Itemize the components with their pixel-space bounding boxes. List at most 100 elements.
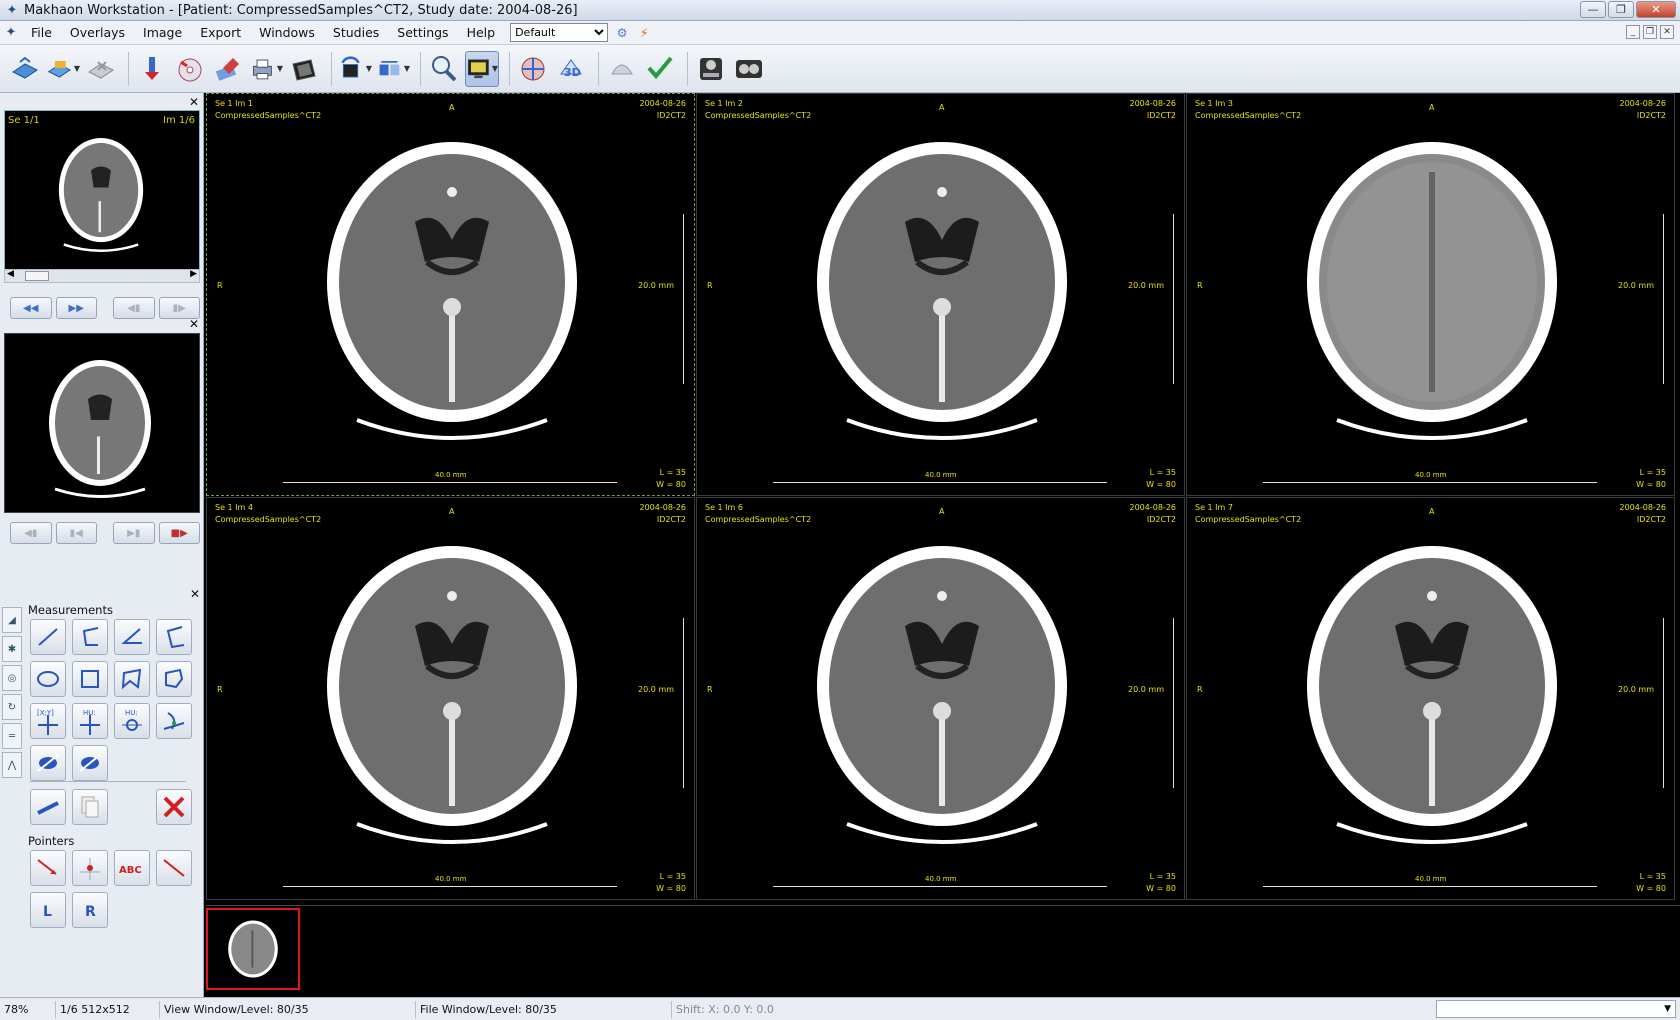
cd-burn-button[interactable] bbox=[173, 51, 207, 87]
scrollbar-thumb[interactable] bbox=[25, 271, 49, 281]
polygon-tool-button[interactable] bbox=[114, 661, 150, 697]
lightning-icon[interactable]: ⚡ bbox=[636, 25, 652, 41]
mdi-restore-button[interactable]: ❐ bbox=[1643, 25, 1657, 39]
menu-file[interactable]: File bbox=[22, 25, 61, 40]
left-marker-button[interactable]: L bbox=[30, 892, 66, 928]
xy-point-tool-button[interactable]: [X;Y] bbox=[30, 703, 66, 739]
tab-pointer-icon[interactable]: ✱ bbox=[2, 636, 22, 662]
layout-select[interactable]: Default bbox=[510, 23, 609, 42]
print-button[interactable]: ▼ bbox=[249, 51, 283, 87]
ellipse-tool-button[interactable] bbox=[30, 661, 66, 697]
tab-rotate-icon[interactable]: ↻ bbox=[2, 694, 22, 720]
window-level-button[interactable]: ▼ bbox=[465, 50, 499, 87]
viewport[interactable]: Se 1 Im 7 CompressedSamples^CT2 2004-08-26… bbox=[1186, 497, 1675, 900]
prev-series-button[interactable]: ◀▮ bbox=[113, 297, 155, 319]
flip-icon bbox=[379, 60, 400, 75]
hu-region-tool-button[interactable]: HU: bbox=[114, 703, 150, 739]
first-image-button[interactable]: ◀◀ bbox=[10, 297, 52, 319]
freehand-tool-button[interactable] bbox=[156, 661, 192, 697]
tools-divider bbox=[30, 781, 186, 782]
mdi-close-button[interactable]: ✕ bbox=[1660, 25, 1674, 39]
tools-panel-close-button[interactable]: ✕ bbox=[190, 587, 200, 601]
line-pointer-button[interactable] bbox=[156, 850, 192, 886]
approve-button[interactable] bbox=[643, 51, 677, 87]
viewport[interactable]: Se 1 Im 6 CompressedSamples^CT2 2004-08-26… bbox=[696, 497, 1185, 900]
send-button[interactable] bbox=[211, 51, 245, 87]
mdi-minimize-button[interactable]: _ bbox=[1626, 25, 1640, 39]
minimize-button[interactable]: — bbox=[1580, 1, 1606, 18]
viewport[interactable]: Se 1 Im 1 CompressedSamples^CT2 2004-08-26… bbox=[206, 93, 695, 496]
menu-windows[interactable]: Windows bbox=[250, 25, 324, 40]
series-scrollbar[interactable]: ◀ ▶ bbox=[4, 269, 200, 283]
dot-pointer-button[interactable] bbox=[72, 850, 108, 886]
last-image-button[interactable]: ▶▶ bbox=[55, 297, 97, 319]
viewport-level: L = 35 bbox=[659, 468, 686, 477]
menu-overlays[interactable]: Overlays bbox=[61, 25, 134, 40]
viewport-orientation-left: R bbox=[707, 685, 713, 694]
text-pointer-button[interactable]: ABC bbox=[114, 850, 150, 886]
menu-export[interactable]: Export bbox=[191, 25, 250, 40]
menu-settings[interactable]: Settings bbox=[388, 25, 457, 40]
viewport-vertical-scale-label: 20.0 mm bbox=[1128, 281, 1164, 290]
rectangle-tool-button[interactable] bbox=[72, 661, 108, 697]
rotate-button[interactable]: ▼ bbox=[338, 51, 372, 87]
zoom-button[interactable] bbox=[427, 51, 461, 87]
import-button[interactable]: ▼ bbox=[46, 51, 80, 87]
maximize-button[interactable]: ❐ bbox=[1608, 1, 1634, 18]
menu-logo-icon[interactable]: ✦ bbox=[0, 25, 22, 40]
status-dropdown[interactable]: ▼ bbox=[1436, 1000, 1676, 1018]
scroll-right-icon[interactable]: ▶ bbox=[190, 269, 197, 279]
compare-button[interactable] bbox=[732, 51, 766, 87]
preview-first-button[interactable]: ◀▮ bbox=[10, 522, 52, 544]
angle-tool-button[interactable] bbox=[114, 619, 150, 655]
study-browser-button[interactable] bbox=[694, 51, 728, 87]
preview-next-button[interactable]: ▶▮ bbox=[113, 522, 155, 544]
viewport[interactable]: Se 1 Im 3 CompressedSamples^CT2 2004-08-26… bbox=[1186, 93, 1675, 496]
preview-prev-button[interactable]: ▮◀ bbox=[55, 522, 97, 544]
tab-angle-icon[interactable]: ⋀ bbox=[2, 752, 22, 778]
edit-annotation-button[interactable] bbox=[30, 789, 66, 825]
series-thumbnail[interactable]: Se 1/1 Im 1/6 bbox=[4, 110, 200, 272]
arrow-pointer-button[interactable] bbox=[30, 850, 66, 886]
tab-ruler-icon[interactable]: ═ bbox=[2, 723, 22, 749]
menu-studies[interactable]: Studies bbox=[324, 25, 388, 40]
menu-help[interactable]: Help bbox=[458, 25, 505, 40]
profile-tool-button[interactable] bbox=[156, 703, 192, 739]
viewport[interactable]: Se 1 Im 4 CompressedSamples^CT2 2004-08-26… bbox=[206, 497, 695, 900]
scroll-left-icon[interactable]: ◀ bbox=[7, 269, 14, 279]
copy-annotation-button[interactable] bbox=[72, 789, 108, 825]
viewport-study-date: 2004-08-26 bbox=[1619, 503, 1667, 512]
viewport[interactable]: Se 1 Im 2 CompressedSamples^CT2 2004-08-26… bbox=[696, 93, 1185, 496]
calibrate-alt-tool-button[interactable] bbox=[72, 745, 108, 781]
study-browser-icon bbox=[700, 57, 722, 80]
film-button[interactable] bbox=[287, 51, 321, 87]
flip-button[interactable]: ▼ bbox=[376, 51, 410, 87]
close-button[interactable]: ✕ bbox=[1636, 1, 1676, 18]
polyline-tool-button[interactable] bbox=[72, 619, 108, 655]
3d-button[interactable]: 3D bbox=[554, 51, 588, 87]
tab-measure-icon[interactable]: ◢ bbox=[2, 607, 22, 633]
mpr-button[interactable] bbox=[516, 51, 550, 87]
viewport-orientation-left: R bbox=[217, 281, 223, 290]
close-study-button[interactable] bbox=[84, 51, 118, 87]
delete-annotation-button[interactable] bbox=[156, 789, 192, 825]
gear-icon[interactable]: ⚙ bbox=[614, 25, 630, 41]
preview-image[interactable] bbox=[4, 333, 200, 513]
open-study-button[interactable] bbox=[8, 51, 42, 87]
strip-thumbnail-selected[interactable] bbox=[206, 908, 300, 990]
cobb-angle-tool-button[interactable] bbox=[156, 619, 192, 655]
cine-button[interactable] bbox=[605, 51, 639, 87]
calibrate-tool-button[interactable] bbox=[30, 745, 66, 781]
download-button[interactable] bbox=[135, 51, 169, 87]
menu-image[interactable]: Image bbox=[134, 25, 191, 40]
series-panel-close-button[interactable]: ✕ bbox=[189, 95, 199, 109]
tab-adjust-icon[interactable]: ◎ bbox=[2, 665, 22, 691]
line-tool-button[interactable] bbox=[30, 619, 66, 655]
next-series-button[interactable]: ▮▶ bbox=[158, 297, 200, 319]
preview-record-button[interactable]: ■▶ bbox=[158, 522, 200, 544]
series-label: Se 1/1 bbox=[8, 115, 40, 126]
preview-panel-close-button[interactable]: ✕ bbox=[189, 317, 199, 331]
main-toolbar: ▼ ▼ ▼ ▼ ▼ 3D bbox=[0, 45, 1680, 93]
right-marker-button[interactable]: R bbox=[72, 892, 108, 928]
hu-point-tool-button[interactable]: HU: bbox=[72, 703, 108, 739]
